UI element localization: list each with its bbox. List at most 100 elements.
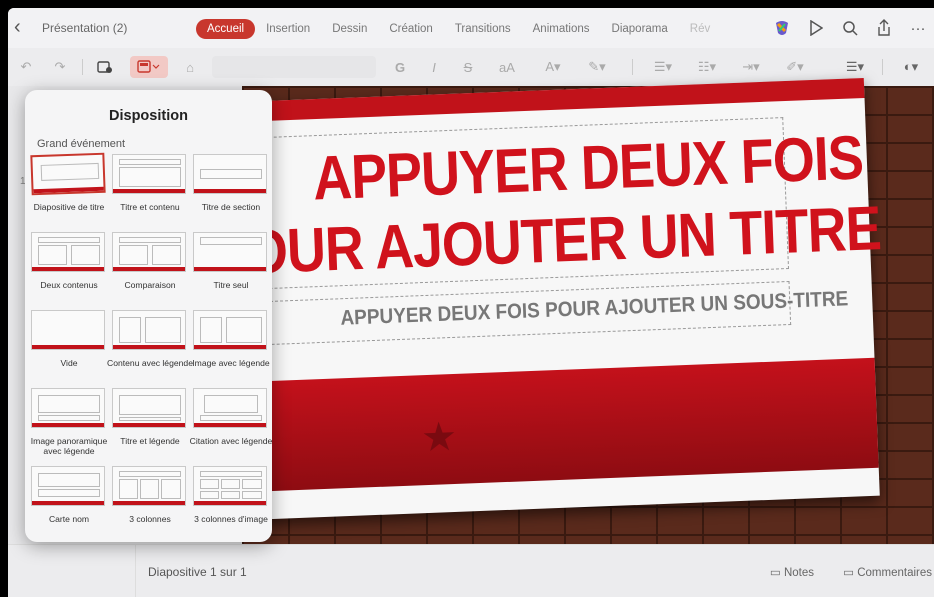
status-divider [135,545,136,597]
bullets-icon[interactable]: ☰▾ [648,57,678,77]
layout-red-band [194,345,266,349]
layout-option[interactable]: Titre de section [191,154,271,232]
layout-thumbnail [31,310,105,350]
share-icon[interactable] [874,18,894,38]
layout-thumbnail [112,154,186,194]
highlight-icon[interactable]: ✎▾ [580,57,614,77]
toolbar-divider [82,59,83,75]
toolbar-divider [882,59,883,75]
slide-red-band [240,357,879,493]
title-bar: ‹ Présentation (2) Accueil Insertion Des… [8,8,934,48]
layout-thumbnail [30,152,106,196]
layout-placeholder-box [221,491,240,499]
layout-thumbnail [193,466,267,506]
format-painter-icon[interactable]: ⌂ [180,57,200,77]
layout-label: Deux contenus [40,280,98,290]
layout-placeholder-box [226,317,262,343]
layout-label: Titre seul [213,280,249,290]
layout-option[interactable]: Image avec légende [191,310,271,388]
layout-placeholder-box [71,245,100,265]
layout-placeholder-box [152,245,181,265]
layout-button[interactable] [130,56,168,78]
layout-placeholder-box [119,237,181,243]
layout-red-band [194,189,266,193]
layout-option[interactable]: Titre et contenu [110,154,190,232]
layout-thumbnail [112,388,186,428]
strikethrough-icon[interactable]: S [460,57,476,77]
top-actions: ··· [772,18,928,38]
layout-red-band [33,186,104,194]
numbering-icon[interactable]: ☷▾ [692,57,722,77]
shapes-icon[interactable]: ◐▾ [896,57,926,77]
layout-popover: Disposition Grand événement Diapositive … [25,90,272,542]
play-icon[interactable] [806,18,826,38]
comments-icon: ▭ [843,567,858,579]
back-chevron-icon[interactable]: ‹ [14,17,34,38]
layout-option[interactable]: Vide [29,310,109,388]
layout-option[interactable]: 3 colonnes [110,466,190,542]
tab-transitions[interactable]: Transitions [444,19,522,39]
layout-placeholder-box [119,395,181,415]
undo-icon[interactable]: ↶ [16,57,36,77]
layout-icon [134,57,164,77]
layout-placeholder-box [200,237,262,245]
search-icon[interactable] [840,18,860,38]
layout-thumbnail [31,232,105,272]
layout-option[interactable]: Contenu avec légende [107,310,193,388]
layout-option[interactable]: Image panoramique avec légende [29,388,109,466]
layout-option[interactable]: Carte nom [29,466,109,542]
tab-accueil[interactable]: Accueil [196,19,256,39]
document-title[interactable]: Présentation (2) [42,21,127,35]
align-icon[interactable]: ☰▾ [838,57,872,77]
layout-option[interactable]: Titre seul [191,232,271,310]
tab-animations[interactable]: Animations [522,19,601,39]
layout-placeholder-box [119,159,181,165]
slide-card: APPUYER DEUX FOIS OUR AJOUTER UN TITRE A… [230,77,882,521]
layout-option[interactable]: 3 colonnes d'image [191,466,271,542]
layout-placeholder-box [38,415,100,421]
layout-option[interactable]: Diapositive de titre [29,152,109,232]
indent-icon[interactable]: ⇥▾ [736,57,766,77]
layout-placeholder-box [38,395,100,413]
layout-red-band [194,267,266,271]
layout-thumbnail [193,310,267,350]
font-name-field[interactable] [212,56,376,78]
layout-placeholder-box [200,317,222,343]
layout-thumbnail [193,154,267,194]
layout-label: Diapositive de titre [33,202,105,212]
notes-button[interactable]: ▭ Notes [770,565,814,579]
font-size-icon[interactable]: aA [492,57,522,77]
new-slide-icon[interactable] [94,57,116,77]
styles-icon[interactable]: ✐▾ [780,57,810,77]
tab-insertion[interactable]: Insertion [255,19,321,39]
layout-placeholder-box [38,237,100,243]
layout-option[interactable]: Citation avec légende [190,388,272,466]
tab-revision[interactable]: Rév [679,19,721,39]
layout-thumbnail [193,388,267,428]
tab-diaporama[interactable]: Diaporama [601,19,679,39]
slide-title[interactable]: APPUYER DEUX FOIS OUR AJOUTER UN TITRE [242,122,882,288]
layout-placeholder-box [140,479,159,499]
comments-button[interactable]: ▭ Commentaires [843,565,932,579]
layout-placeholder-box [40,162,100,181]
layout-label: Titre et légende [120,436,180,446]
ribbon-toolbar: ↶ ↷ ⌂ G I S aA A▾ ✎▾ ☰▾ ☷▾ ⇥▾ ✐▾ ☰▾ ◐▾ [8,50,934,84]
bold-icon[interactable]: G [392,57,408,77]
italic-icon[interactable]: I [426,57,442,77]
tab-creation[interactable]: Création [378,19,443,39]
layout-placeholder-box [221,479,240,489]
layout-placeholder-box [119,471,181,477]
more-icon[interactable]: ··· [908,18,928,38]
slide-top-band [230,77,865,123]
layout-placeholder-box [200,415,262,421]
layout-option[interactable]: Titre et légende [110,388,190,466]
tab-dessin[interactable]: Dessin [321,19,378,39]
layout-option[interactable]: Deux contenus [29,232,109,310]
layout-option[interactable]: Comparaison [110,232,190,310]
toolbar-divider [632,59,633,75]
layout-red-band [32,267,104,271]
copilot-icon[interactable] [772,18,792,38]
redo-icon[interactable]: ↷ [50,57,70,77]
layout-placeholder-box [242,479,262,489]
font-color-icon[interactable]: A▾ [538,57,568,77]
